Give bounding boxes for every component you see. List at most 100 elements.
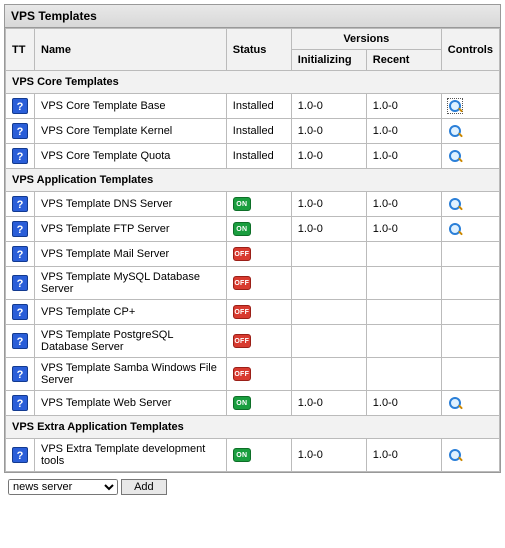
version-recent [366, 300, 441, 325]
version-initializing: 1.0-0 [291, 217, 366, 242]
table-row: VPS Extra Template development tools ON 1.… [6, 439, 500, 472]
template-status: Installed [226, 144, 291, 169]
col-versions: Versions [291, 29, 441, 50]
view-details-icon[interactable] [448, 396, 462, 410]
template-status: ON [226, 192, 291, 217]
template-type-icon[interactable] [12, 123, 28, 139]
version-recent: 1.0-0 [366, 94, 441, 119]
template-type-icon[interactable] [12, 395, 28, 411]
table-row: VPS Template CP+ OFF [6, 300, 500, 325]
controls-cell [441, 242, 499, 267]
template-status: OFF [226, 325, 291, 358]
view-details-icon[interactable] [448, 124, 462, 138]
version-initializing: 1.0-0 [291, 119, 366, 144]
template-name: VPS Template Mail Server [35, 242, 227, 267]
template-name: VPS Template FTP Server [35, 217, 227, 242]
status-on-icon[interactable]: ON [233, 197, 251, 211]
template-type-icon[interactable] [12, 196, 28, 212]
controls-cell [441, 217, 499, 242]
controls-cell [441, 358, 499, 391]
template-status: ON [226, 391, 291, 416]
status-off-icon[interactable]: OFF [233, 334, 251, 348]
status-on-icon[interactable]: ON [233, 222, 251, 236]
col-name: Name [35, 29, 227, 71]
template-name: VPS Template PostgreSQL Database Server [35, 325, 227, 358]
version-initializing: 1.0-0 [291, 391, 366, 416]
template-name: VPS Template DNS Server [35, 192, 227, 217]
template-type-icon[interactable] [12, 333, 28, 349]
table-row: VPS Core Template BaseInstalled1.0-01.0-… [6, 94, 500, 119]
controls-cell [441, 192, 499, 217]
col-status: Status [226, 29, 291, 71]
template-type-icon[interactable] [12, 148, 28, 164]
table-row: VPS Template Mail Server OFF [6, 242, 500, 267]
section-title: VPS Extra Application Templates [6, 416, 500, 439]
template-type-icon[interactable] [12, 221, 28, 237]
version-recent: 1.0-0 [366, 192, 441, 217]
version-initializing [291, 242, 366, 267]
status-on-icon[interactable]: ON [233, 396, 251, 410]
template-type-icon[interactable] [12, 304, 28, 320]
status-on-icon[interactable]: ON [233, 448, 251, 462]
template-name: VPS Template CP+ [35, 300, 227, 325]
add-button[interactable]: Add [121, 479, 167, 495]
view-details-icon[interactable] [448, 222, 462, 236]
template-status: OFF [226, 300, 291, 325]
template-type-icon[interactable] [12, 275, 28, 291]
view-details-icon[interactable] [448, 149, 462, 163]
status-off-icon[interactable]: OFF [233, 305, 251, 319]
table-row: VPS Template Web ServerON1.0-01.0-0 [6, 391, 500, 416]
template-type-icon[interactable] [12, 366, 28, 382]
view-details-icon[interactable] [448, 448, 462, 462]
version-recent: 1.0-0 [366, 217, 441, 242]
template-select[interactable]: news server [8, 479, 118, 495]
table-row: VPS Template MySQL Database Server OFF [6, 267, 500, 300]
template-type-icon[interactable] [12, 447, 28, 463]
template-name: VPS Core Template Kernel [35, 119, 227, 144]
template-status: ON [226, 439, 291, 472]
controls-cell [441, 391, 499, 416]
version-recent: 1.0-0 [366, 119, 441, 144]
controls-cell [441, 119, 499, 144]
version-initializing: 1.0-0 [291, 94, 366, 119]
table-row: VPS Core Template QuotaInstalled1.0-01.0… [6, 144, 500, 169]
template-type-icon[interactable] [12, 98, 28, 114]
view-details-icon[interactable] [448, 197, 462, 211]
template-status: OFF [226, 358, 291, 391]
status-off-icon[interactable]: OFF [233, 247, 251, 261]
template-status: ON [226, 217, 291, 242]
panel-title: VPS Templates [5, 5, 500, 28]
version-recent: 1.0-0 [366, 144, 441, 169]
section-header: VPS Core Templates [6, 71, 500, 94]
table-row: VPS Template Samba Windows File Server OF… [6, 358, 500, 391]
template-status: Installed [226, 119, 291, 144]
table-row: VPS Template FTP Server ON 1.0-01.0-0 [6, 217, 500, 242]
template-name: VPS Template MySQL Database Server [35, 267, 227, 300]
col-recent: Recent [366, 50, 441, 71]
template-name: VPS Core Template Base [35, 94, 227, 119]
table-row: VPS Template DNS ServerON1.0-01.0-0 [6, 192, 500, 217]
view-details-icon[interactable] [448, 99, 462, 113]
version-recent [366, 267, 441, 300]
template-name: VPS Template Web Server [35, 391, 227, 416]
status-off-icon[interactable]: OFF [233, 367, 251, 381]
template-status: OFF [226, 267, 291, 300]
col-initializing: Initializing [291, 50, 366, 71]
col-tt: TT [6, 29, 35, 71]
section-title: VPS Core Templates [6, 71, 500, 94]
vps-templates-panel: VPS Templates TT Name Status Versions Co… [4, 4, 501, 473]
version-initializing [291, 325, 366, 358]
version-initializing: 1.0-0 [291, 439, 366, 472]
controls-cell [441, 267, 499, 300]
template-name: VPS Template Samba Windows File Server [35, 358, 227, 391]
template-name: VPS Core Template Quota [35, 144, 227, 169]
template-type-icon[interactable] [12, 246, 28, 262]
controls-cell [441, 300, 499, 325]
table-row: VPS Template PostgreSQL Database Server O… [6, 325, 500, 358]
section-header: VPS Extra Application Templates [6, 416, 500, 439]
status-off-icon[interactable]: OFF [233, 276, 251, 290]
template-name: VPS Extra Template development tools [35, 439, 227, 472]
version-initializing [291, 358, 366, 391]
version-initializing [291, 267, 366, 300]
add-template-bar: news server Add [4, 473, 501, 501]
